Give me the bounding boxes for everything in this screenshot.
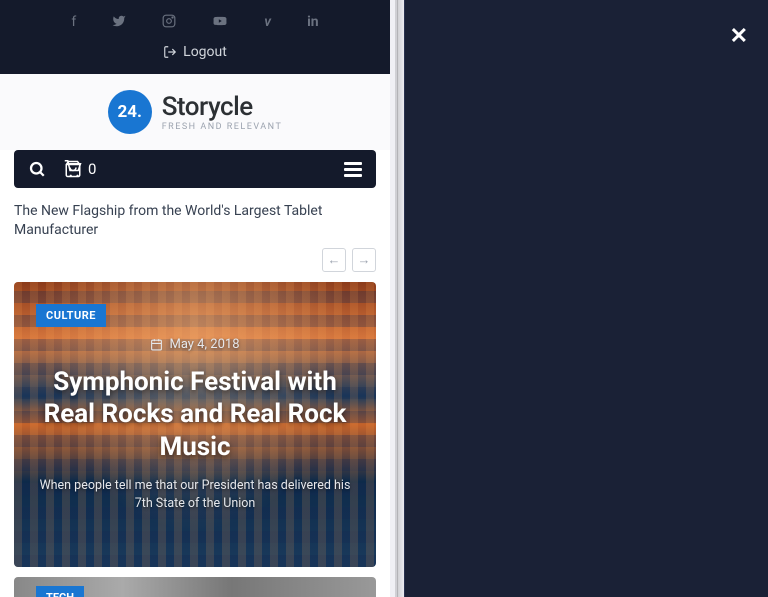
menu-toggle-icon[interactable]	[344, 162, 362, 177]
ticker-prev-button[interactable]: ←	[322, 248, 346, 272]
social-links-row: f v in	[0, 8, 390, 38]
featured-title: Symphonic Festival with Real Rocks and R…	[34, 366, 356, 464]
search-icon[interactable]	[28, 160, 46, 178]
ticker-nav: ← →	[0, 248, 390, 282]
site-tagline: FRESH AND RELEVANT	[162, 122, 283, 132]
logout-icon	[163, 45, 177, 59]
logo-badge: 24.	[108, 90, 152, 134]
logo-text: Storycle FRESH AND RELEVANT	[162, 92, 283, 132]
cart-count: 0	[88, 160, 96, 178]
site-title: Storycle	[162, 92, 283, 122]
logout-label: Logout	[183, 44, 227, 60]
navbar-left: 0	[28, 160, 96, 178]
linkedin-icon[interactable]: in	[307, 14, 319, 32]
ticker-next-button[interactable]: →	[352, 248, 376, 272]
youtube-icon[interactable]	[212, 14, 228, 32]
main-content: f v in Logout 24. Storycle FRESH AND REL…	[0, 0, 390, 597]
facebook-icon[interactable]: f	[71, 14, 76, 32]
cart-link[interactable]: 0	[64, 160, 96, 178]
close-icon[interactable]: ✕	[730, 24, 748, 49]
calendar-icon	[150, 338, 163, 351]
navbar: 0	[14, 150, 376, 188]
cart-icon	[64, 160, 82, 178]
featured-excerpt: When people tell me that our President h…	[34, 477, 356, 512]
instagram-icon[interactable]	[162, 14, 176, 32]
category-tag[interactable]: CULTURE	[36, 304, 106, 327]
category-tag[interactable]: TECH	[36, 586, 84, 597]
logout-link[interactable]: Logout	[0, 38, 390, 66]
featured-date-text: May 4, 2018	[169, 337, 239, 352]
offcanvas-menu: ✕	[404, 0, 768, 597]
topbar: f v in Logout	[0, 0, 390, 74]
second-card[interactable]: TECH	[14, 577, 376, 597]
featured-card[interactable]: CULTURE May 4, 2018 Symphonic Festival w…	[14, 282, 376, 567]
logo-area[interactable]: 24. Storycle FRESH AND RELEVANT	[0, 74, 390, 150]
twitter-icon[interactable]	[112, 14, 126, 32]
vimeo-icon[interactable]: v	[264, 14, 271, 32]
featured-date: May 4, 2018	[150, 337, 239, 352]
news-ticker-headline[interactable]: The New Flagship from the World's Larges…	[0, 188, 390, 248]
